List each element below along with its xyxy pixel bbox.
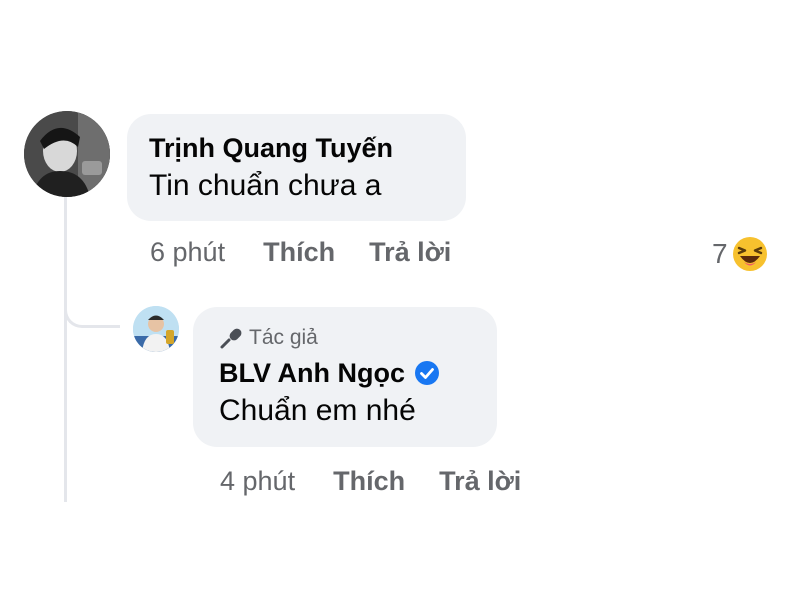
- reply-actions: 4 phút Thích Trả lời: [220, 466, 521, 497]
- reply-author-row: BLV Anh Ngọc: [219, 357, 471, 389]
- reply-text: Chuẩn em nhé: [219, 394, 416, 427]
- reply-timestamp[interactable]: 4 phút: [220, 466, 295, 497]
- reply-like-button[interactable]: Thích: [333, 466, 405, 497]
- verified-badge-icon: [414, 361, 439, 385]
- comment-author-name[interactable]: Trịnh Quang Tuyến: [149, 132, 444, 164]
- author-badge-label: Tác giả: [249, 326, 318, 349]
- reaction-summary[interactable]: 7: [712, 236, 768, 272]
- reply-bubble: Tác giả BLV Anh Ngọc Chuẩn em nhé: [193, 307, 497, 447]
- comment-text: Tin chuẩn chưa a: [149, 169, 382, 202]
- haha-emoji-icon: [732, 237, 767, 271]
- author-badge: Tác giả: [219, 323, 471, 353]
- comment-bubble: Trịnh Quang Tuyến Tin chuẩn chưa a: [127, 114, 466, 221]
- like-button[interactable]: Thích: [263, 237, 335, 268]
- reply-connector: [64, 284, 120, 328]
- thread-line: [64, 196, 67, 502]
- commenter-avatar[interactable]: [24, 111, 110, 197]
- reply-reply-button[interactable]: Trả lời: [439, 466, 521, 497]
- reaction-count: 7: [712, 238, 728, 269]
- microphone-icon: [220, 328, 242, 349]
- reply-author-name[interactable]: BLV Anh Ngọc: [219, 357, 405, 389]
- comment-actions: 6 phút Thích Trả lời: [150, 237, 451, 268]
- author-avatar[interactable]: [133, 306, 179, 352]
- reply-button[interactable]: Trả lời: [369, 237, 451, 268]
- comment-timestamp[interactable]: 6 phút: [150, 237, 225, 268]
